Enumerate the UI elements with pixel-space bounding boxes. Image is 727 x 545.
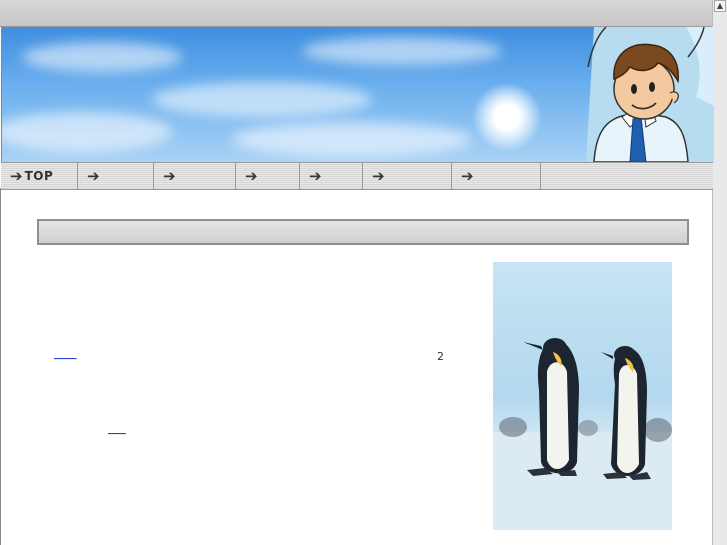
nav-item-2[interactable]: ➔ (78, 163, 154, 189)
arrow-right-icon: ➔ (87, 166, 100, 185)
sun-image (472, 82, 542, 152)
text-link-1[interactable]: _____ (54, 350, 77, 360)
arrow-right-icon: ➔ (372, 166, 385, 185)
header-banner (1, 27, 714, 162)
browser-top-bar (0, 0, 713, 27)
scroll-up-button[interactable]: ▲ (714, 0, 726, 12)
arrow-right-icon: ➔ (10, 166, 23, 185)
mascot-illustration (586, 27, 714, 162)
nav-item-top[interactable]: ➔ TOP (1, 163, 78, 189)
nav-item-7[interactable]: ➔ (452, 163, 541, 189)
nav-item-3[interactable]: ➔ (154, 163, 236, 189)
number-text: 2 (437, 350, 444, 363)
arrow-right-icon: ➔ (461, 166, 474, 185)
penguins-photo (493, 262, 672, 530)
nav-item-label: TOP (24, 169, 54, 183)
top-navigation: ➔ TOP ➔ ➔ ➔ ➔ ➔ ➔ (1, 162, 713, 190)
page-left-border (0, 188, 1, 545)
nav-item-6[interactable]: ➔ (363, 163, 452, 189)
page-title-bar (37, 219, 689, 245)
vertical-scrollbar[interactable]: ▲ (712, 0, 727, 545)
arrow-up-icon: ▲ (716, 1, 724, 10)
arrow-right-icon: ➔ (309, 166, 322, 185)
arrow-right-icon: ➔ (163, 166, 176, 185)
nav-item-4[interactable]: ➔ (236, 163, 300, 189)
arrow-right-icon: ➔ (245, 166, 258, 185)
nav-item-5[interactable]: ➔ (300, 163, 363, 189)
text-link-2[interactable]: ____ (108, 425, 126, 435)
